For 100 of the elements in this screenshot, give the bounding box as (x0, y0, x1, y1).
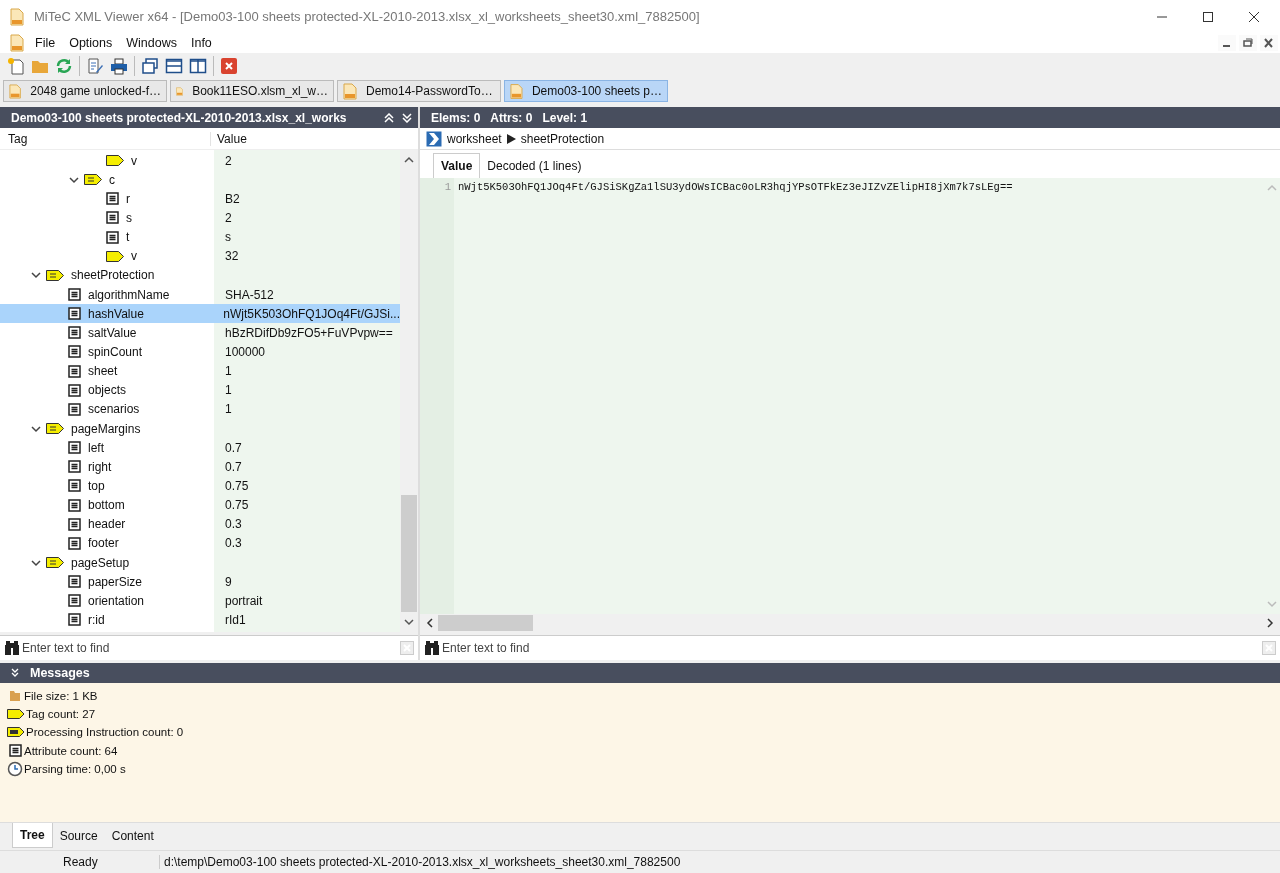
column-header[interactable]: Tag (0, 131, 211, 146)
tag-name: saltValue (88, 325, 137, 340)
tile-vertical-icon[interactable] (189, 57, 207, 75)
close-icon[interactable] (1248, 10, 1260, 23)
scroll-right-icon[interactable] (1266, 618, 1274, 628)
tag-value: 9 (225, 574, 232, 589)
tag-icon (106, 155, 124, 167)
attribute-icon (68, 613, 81, 627)
tree-row[interactable]: orientation portrait (0, 591, 400, 611)
tag-value: B2 (225, 191, 240, 206)
edit-icon[interactable] (86, 57, 104, 75)
tag-icon (46, 557, 64, 568)
tree-row[interactable]: left 0.7 (0, 438, 400, 458)
tree-row[interactable]: paperSize 9 (0, 572, 400, 592)
expand-icon[interactable] (402, 112, 412, 123)
tag-icon (7, 726, 25, 739)
tag-name: scenarios (88, 402, 140, 417)
message-text: Parsing time: 0,00 s (24, 762, 126, 775)
tree-row[interactable]: saltValue hBzRDifDb9zFO5+FuVPvpw== (0, 323, 400, 343)
tag-value: s (225, 230, 231, 245)
scroll-left-icon[interactable] (426, 618, 434, 628)
scroll-down-icon[interactable] (404, 618, 414, 626)
tree-row[interactable]: right 0.7 (0, 457, 400, 477)
attribute-icon (68, 594, 81, 608)
document-tab[interactable]: Book11ESO.xlsm_xl_w… (170, 80, 334, 102)
tag-name: c (109, 172, 115, 187)
tag-name: v (131, 153, 137, 168)
tag-name: paperSize (88, 574, 143, 589)
tab[interactable]: Tree (12, 823, 53, 848)
tree-row[interactable]: r B2 (0, 189, 400, 209)
attribute-icon (68, 326, 81, 340)
tree-row[interactable]: algorithmName SHA-512 (0, 285, 400, 305)
column-header[interactable]: Value (211, 131, 247, 146)
document-tab[interactable]: Demo14-PasswordTo… (337, 80, 501, 102)
tag-value: 0.75 (225, 498, 249, 513)
scroll-thumb[interactable] (401, 495, 417, 612)
tree-row[interactable]: s 2 (0, 208, 400, 228)
tree-row[interactable]: r:id rId1 (0, 610, 400, 630)
refresh-icon[interactable] (55, 57, 73, 75)
breadcrumb-item[interactable]: sheetProtection (520, 131, 605, 146)
tag-name: bottom (88, 498, 125, 513)
tree-row[interactable]: header 0.3 (0, 514, 400, 534)
scroll-up-icon[interactable] (404, 156, 414, 164)
folder-icon (7, 690, 23, 703)
message-text: Tag count: 27 (26, 708, 96, 721)
tree-row[interactable]: pageMargins (0, 418, 400, 439)
search-input[interactable]: Enter text to find (20, 641, 400, 655)
new-file-icon[interactable] (7, 57, 25, 75)
line-number: 1 (443, 181, 451, 195)
document-tab[interactable]: 2048 game unlocked-f… (3, 80, 167, 102)
tree-row[interactable]: t s (0, 227, 400, 247)
breadcrumb-item[interactable]: worksheet (447, 131, 502, 146)
menu-item[interactable]: Options (66, 36, 116, 50)
tree-row[interactable]: sheetProtection (0, 265, 400, 285)
search-input[interactable]: Enter text to find (440, 641, 1262, 655)
scroll-thumb[interactable] (438, 615, 533, 631)
maximize-icon[interactable] (1202, 10, 1214, 23)
code-line: nWjt5K503OhFQ1JOq4Ft/GJSiSKgZa1lSU3ydOWsICBac0oLR3hqjYPsOTFkEz3eJIZvZElipHI8jXm7k7sLEg== (458, 181, 1013, 193)
tree-row[interactable]: sheet 1 (0, 361, 400, 381)
tree-row[interactable]: objects 1 (0, 380, 400, 400)
tree-row[interactable]: footer 0.3 (0, 533, 400, 553)
tab[interactable]: Value (433, 153, 481, 178)
search-field[interactable]: Enter text to find (420, 635, 1280, 660)
cascade-icon[interactable] (141, 57, 159, 75)
search-field[interactable]: Enter text to find (0, 635, 418, 660)
tag-name: t (126, 230, 130, 245)
tree-row[interactable]: v 32 (0, 246, 400, 266)
tree-row[interactable]: top 0.75 (0, 476, 400, 496)
tag-name: left (88, 440, 104, 455)
collapse-icon[interactable] (384, 112, 394, 123)
tree-row[interactable]: spinCount 100000 (0, 342, 400, 362)
tag-value: 0.3 (225, 536, 242, 551)
tag-name: sheetProtection (71, 268, 155, 283)
tree-row[interactable]: pageSetup (0, 552, 400, 573)
tag-value: 2 (225, 153, 232, 168)
menu-item[interactable]: Windows (123, 36, 180, 50)
collapse-icon[interactable] (10, 668, 20, 678)
menu-item[interactable]: File (32, 36, 59, 50)
menu-item[interactable]: Info (187, 36, 215, 50)
tag-value: 0.7 (225, 440, 242, 455)
attribute-icon (68, 402, 81, 416)
tab[interactable]: Source (52, 824, 105, 848)
tag-name: pageSetup (71, 555, 130, 570)
tree-row[interactable]: bottom 0.75 (0, 495, 400, 515)
tree-row[interactable]: c (0, 170, 400, 190)
tag-icon (106, 250, 124, 262)
window-title: MiTeC XML Viewer x64 - [Demo03-100 sheets protected-XL-2010-2013.xlsx_xl_worksheets_sheet30.xml_7882500] (34, 9, 700, 24)
tag-value: 0.75 (225, 478, 249, 493)
document-tab[interactable]: Demo03-100 sheets p… (504, 80, 668, 102)
tag-icon (84, 174, 102, 186)
tree-row[interactable]: hashValue nWjt5K503OhFQ1JOq4Ft/GJSi... (0, 304, 400, 324)
tree-row[interactable]: v 2 (0, 151, 400, 171)
tab[interactable]: Decoded (1 lines) (480, 154, 589, 178)
tag-value: 0.7 (225, 459, 242, 474)
print-icon[interactable] (110, 57, 128, 75)
tree-row[interactable]: scenarios 1 (0, 399, 400, 419)
tab[interactable]: Content (104, 824, 161, 848)
tag-name: orientation (88, 593, 145, 608)
attribute-icon (68, 460, 81, 474)
tile-horizontal-icon[interactable] (165, 57, 183, 75)
